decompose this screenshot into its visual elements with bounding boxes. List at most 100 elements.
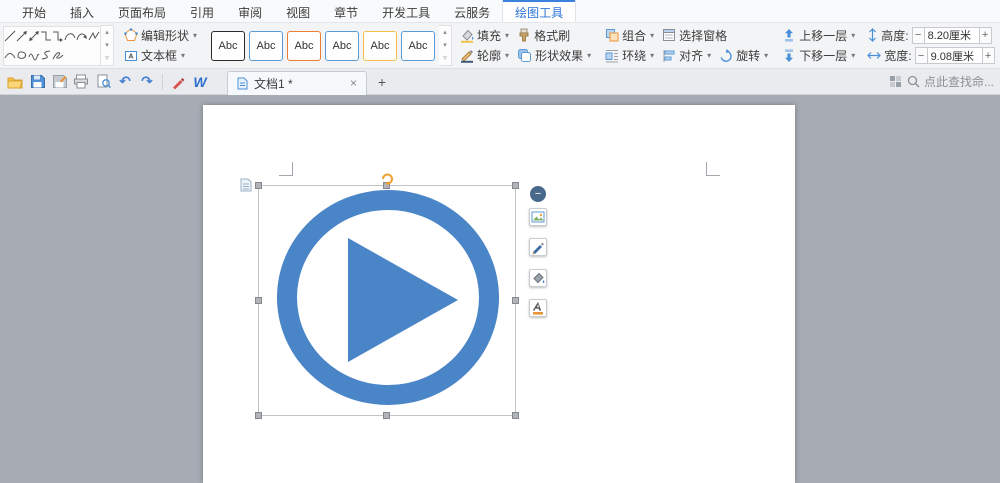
style-preset[interactable]: Abc <box>325 31 359 61</box>
tab-page-layout[interactable]: 页面布局 <box>106 0 178 22</box>
open-file-button[interactable] <box>5 72 25 92</box>
width-value-input[interactable]: 9.08厘米 <box>928 47 982 64</box>
tab-home[interactable]: 开始 <box>10 0 58 22</box>
style-preset[interactable]: Abc <box>401 31 435 61</box>
save-button[interactable] <box>27 72 47 92</box>
height-value-input[interactable]: 8.20厘米 <box>925 27 979 44</box>
selection-pane-button[interactable]: 选择窗格 <box>658 25 731 45</box>
quick-access-toolbar: ↶ ↷ W 文档1 * × + 点此查找命... <box>0 69 1000 95</box>
text-wrap-icon <box>605 49 619 63</box>
edit-shape-button[interactable]: 编辑形状 ▾ <box>120 25 201 45</box>
height-increase-button[interactable]: + <box>979 27 992 44</box>
quick-outline-button[interactable] <box>529 238 547 256</box>
width-increase-button[interactable]: + <box>982 47 995 64</box>
tab-insert[interactable]: 插入 <box>58 0 106 22</box>
tab-developer-tools[interactable]: 开发工具 <box>370 0 442 22</box>
shape-effects-button[interactable]: 形状效果 ▾ <box>513 46 595 66</box>
send-backward-icon <box>782 48 796 63</box>
print-button[interactable] <box>71 72 91 92</box>
text-wrap-button[interactable]: 环绕 ▾ <box>601 46 658 66</box>
tab-cloud-services[interactable]: 云服务 <box>442 0 502 22</box>
shape-curved-arrow-icon[interactable] <box>76 27 88 46</box>
layout-options-button[interactable] <box>529 208 547 226</box>
style-preset[interactable]: Abc <box>249 31 283 61</box>
style-preset[interactable]: Abc <box>363 31 397 61</box>
command-search-box[interactable]: 点此查找命... <box>907 73 996 90</box>
quick-fill-button[interactable] <box>529 269 547 287</box>
width-decrease-button[interactable]: − <box>915 47 928 64</box>
height-decrease-button[interactable]: − <box>912 27 925 44</box>
shape-double-arrow-icon[interactable] <box>28 27 40 46</box>
undo-button[interactable]: ↶ <box>115 72 135 92</box>
shape-arc-icon[interactable] <box>4 46 16 65</box>
format-painter-button[interactable]: 格式刷 <box>513 25 595 45</box>
align-icon <box>662 49 676 63</box>
shape-line-icon[interactable] <box>4 27 16 46</box>
shape-closed-freeform-icon[interactable] <box>16 46 28 65</box>
close-tab-icon[interactable]: × <box>350 76 357 90</box>
shape-height-control: 高度: − 8.20厘米 + <box>865 25 996 45</box>
rotate-handle[interactable] <box>379 170 395 186</box>
shape-elbow-connector-icon[interactable] <box>40 27 52 46</box>
rotate-button[interactable]: 旋转 ▾ <box>715 46 772 66</box>
group-button[interactable]: 组合 ▾ <box>601 25 658 45</box>
quick-style-button[interactable] <box>529 299 547 317</box>
tab-view[interactable]: 视图 <box>274 0 322 22</box>
margin-mark-top-left <box>279 162 293 176</box>
tab-section[interactable]: 章节 <box>322 0 370 22</box>
align-button[interactable]: 对齐 ▾ <box>658 46 715 66</box>
tab-drawing-tools[interactable]: 绘图工具 <box>502 0 576 22</box>
wps-writer-button[interactable]: W <box>190 72 210 92</box>
tab-references[interactable]: 引用 <box>178 0 226 22</box>
document-tab[interactable]: 文档1 * × <box>227 71 367 95</box>
arrange-group: 组合 ▾ 选择窗格 环绕 ▾ 对齐 ▾ 旋转 ▾ <box>601 25 772 66</box>
print-preview-button[interactable] <box>93 72 113 92</box>
resize-handle-middle-right[interactable] <box>512 297 519 304</box>
resize-handle-bottom-left[interactable] <box>255 412 262 419</box>
gallery-down-icon[interactable]: ▾ <box>101 39 113 52</box>
shape-s-curve-icon[interactable] <box>40 46 52 65</box>
ribbon: ▴ ▾ ▿ 编辑形状 ▾ 文本框 ▾ Abc Abc Abc Abc Abc A… <box>0 23 1000 69</box>
document-canvas: − <box>0 95 1000 483</box>
shape-effects-icon <box>517 48 532 63</box>
export-button[interactable] <box>49 72 69 92</box>
red-pen-button[interactable] <box>168 72 188 92</box>
shape-outline-button[interactable]: 轮廓 ▾ <box>456 46 513 66</box>
shape-fill-button[interactable]: 填充 ▾ <box>456 25 513 45</box>
collapse-panel-button[interactable]: − <box>530 186 546 202</box>
dropdown-arrow-icon: ▾ <box>764 51 768 60</box>
shape-style-gallery: Abc Abc Abc Abc Abc Abc ▴ ▾ ▿ <box>207 25 456 66</box>
fill-bucket-icon <box>530 270 546 286</box>
format-painter-icon <box>517 28 531 42</box>
resize-handle-top-right[interactable] <box>512 182 519 189</box>
style-preset[interactable]: Abc <box>211 31 245 61</box>
resize-handle-middle-left[interactable] <box>255 297 262 304</box>
shape-elbow-arrow-icon[interactable] <box>52 27 64 46</box>
resize-handle-bottom-middle[interactable] <box>383 412 390 419</box>
shape-arrow-icon[interactable] <box>16 27 28 46</box>
shape-freeform-icon[interactable] <box>88 27 100 46</box>
resize-handle-top-left[interactable] <box>255 182 262 189</box>
gallery-down-icon[interactable]: ▾ <box>439 39 451 52</box>
bring-forward-button[interactable]: 上移一层 ▾ <box>778 25 859 45</box>
gallery-more-icon[interactable]: ▿ <box>101 52 113 65</box>
gallery-up-icon[interactable]: ▴ <box>439 26 451 39</box>
new-tab-button[interactable]: + <box>371 71 393 93</box>
style-gallery-scrollbar: ▴ ▾ ▿ <box>439 25 452 66</box>
tab-review[interactable]: 审阅 <box>226 0 274 22</box>
shape-scribble-icon[interactable] <box>28 46 40 65</box>
resize-handle-bottom-right[interactable] <box>512 412 519 419</box>
window-switch-button[interactable] <box>886 72 906 92</box>
style-preset[interactable]: Abc <box>287 31 321 61</box>
shape-curved-connector-icon[interactable] <box>64 27 76 46</box>
gallery-more-icon[interactable]: ▿ <box>439 52 451 65</box>
send-backward-button[interactable]: 下移一层 ▾ <box>778 46 859 66</box>
redo-button[interactable]: ↷ <box>137 72 157 92</box>
shape-loop-curve-icon[interactable] <box>52 46 64 65</box>
gallery-up-icon[interactable]: ▴ <box>101 26 113 39</box>
group-objects-icon <box>605 28 619 42</box>
text-box-button[interactable]: 文本框 ▾ <box>120 46 201 66</box>
width-icon <box>867 50 881 61</box>
search-icon <box>907 75 920 88</box>
dropdown-arrow-icon: ▾ <box>650 51 654 60</box>
